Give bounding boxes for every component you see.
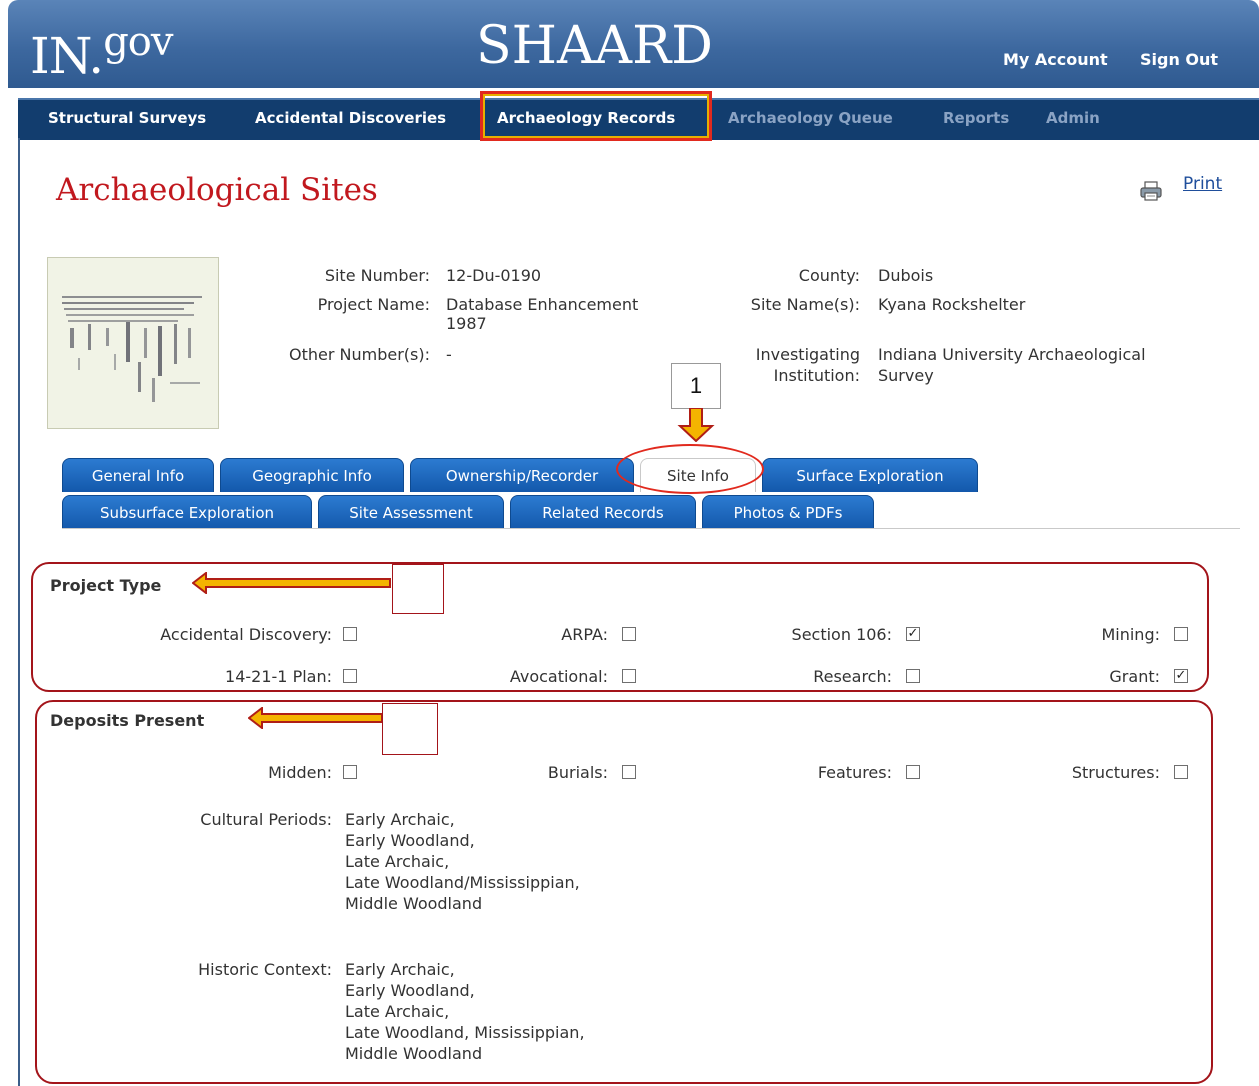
arpa-label: ARPA: xyxy=(561,625,608,644)
grant-checkbox[interactable]: ✓ xyxy=(1174,669,1188,683)
research-label: Research: xyxy=(813,667,892,686)
callout-number: 1 xyxy=(671,363,721,409)
county-label: County: xyxy=(798,266,860,285)
structures-label: Structures: xyxy=(1071,763,1160,782)
down-arrow-annotation xyxy=(677,408,715,442)
nav-admin[interactable]: Admin xyxy=(1046,109,1100,127)
tab-ownership-recorder[interactable]: Ownership/Recorder xyxy=(410,458,634,492)
print-link[interactable]: Print xyxy=(1183,174,1222,194)
historic-context-item: Late Woodland, Mississippian, xyxy=(345,1023,585,1042)
in-gov-logo[interactable]: IN.gov xyxy=(30,14,174,84)
nav-accidental-discoveries[interactable]: Accidental Discoveries xyxy=(255,109,446,127)
my-account-link[interactable]: My Account xyxy=(1003,50,1108,69)
grant-label: Grant: xyxy=(1109,667,1160,686)
site-thumbnail[interactable] xyxy=(47,257,219,429)
accidental-discovery-checkbox[interactable] xyxy=(343,627,357,641)
project-name-label: Project Name: xyxy=(317,295,430,314)
other-numbers-label: Other Number(s): xyxy=(289,345,430,364)
nav-archaeology-records[interactable]: Archaeology Records xyxy=(497,109,675,127)
investigating-institution-value-line2: Survey xyxy=(878,366,934,385)
investigating-institution-value-line1: Indiana University Archaeological xyxy=(878,345,1146,364)
tab-surface-exploration[interactable]: Surface Exploration xyxy=(762,458,978,492)
midden-label: Midden: xyxy=(268,763,332,782)
cultural-period-item: Early Archaic, xyxy=(345,810,455,829)
left-arrow-annotation xyxy=(192,572,391,594)
historic-context-label: Historic Context: xyxy=(198,960,332,979)
page-title: Archaeological Sites xyxy=(56,172,378,208)
nav-reports[interactable]: Reports xyxy=(943,109,1009,127)
annotation-blank-box xyxy=(392,564,444,614)
section-106-label: Section 106: xyxy=(791,625,892,644)
site-names-label: Site Name(s): xyxy=(750,295,860,314)
tab-geographic-info[interactable]: Geographic Info xyxy=(220,458,404,492)
tab-photos-pdfs[interactable]: Photos & PDFs xyxy=(702,495,874,529)
historic-context-item: Late Archaic, xyxy=(345,1002,450,1021)
deposits-annotation-frame xyxy=(35,700,1213,1084)
nav-structural-surveys[interactable]: Structural Surveys xyxy=(48,109,206,127)
research-checkbox[interactable] xyxy=(906,669,920,683)
tab-subsurface-exploration[interactable]: Subsurface Exploration xyxy=(62,495,312,529)
features-label: Features: xyxy=(817,763,892,782)
historic-context-item: Early Woodland, xyxy=(345,981,475,1000)
tab-site-assessment[interactable]: Site Assessment xyxy=(318,495,504,529)
deposits-heading: Deposits Present xyxy=(50,711,205,730)
structures-checkbox[interactable] xyxy=(1174,765,1188,779)
tab-divider xyxy=(62,528,1240,529)
mining-label: Mining: xyxy=(1101,625,1160,644)
site-number-label: Site Number: xyxy=(324,266,430,285)
investigating-institution-label-line1: Investigating xyxy=(755,345,860,364)
tab-general-info[interactable]: General Info xyxy=(62,458,214,492)
cultural-period-item: Middle Woodland xyxy=(345,894,483,913)
nav-archaeology-queue[interactable]: Archaeology Queue xyxy=(728,109,893,127)
features-checkbox[interactable] xyxy=(906,765,920,779)
accidental-discovery-label: Accidental Discovery: xyxy=(160,625,332,644)
site-names-value: Kyana Rockshelter xyxy=(878,295,1026,314)
annotation-blank-box xyxy=(382,703,438,755)
tab-related-records[interactable]: Related Records xyxy=(510,495,696,529)
plan-14-21-1-checkbox[interactable] xyxy=(343,669,357,683)
cultural-period-item: Late Woodland/Mississippian, xyxy=(345,873,580,892)
mining-checkbox[interactable] xyxy=(1174,627,1188,641)
site-info-annotation-circle xyxy=(616,444,764,494)
avocational-label: Avocational: xyxy=(509,667,608,686)
app-title: SHAARD xyxy=(476,16,713,76)
cultural-period-item: Late Archaic, xyxy=(345,852,450,871)
document-scan-image xyxy=(62,296,202,402)
burials-label: Burials: xyxy=(547,763,608,782)
site-number-value: 12-Du-0190 xyxy=(446,266,542,285)
midden-checkbox[interactable] xyxy=(343,765,357,779)
section-106-checkbox[interactable]: ✓ xyxy=(906,627,920,641)
county-value: Dubois xyxy=(878,266,934,285)
sign-out-link[interactable]: Sign Out xyxy=(1140,50,1218,69)
cultural-periods-label: Cultural Periods: xyxy=(200,810,332,829)
historic-context-item: Middle Woodland xyxy=(345,1044,483,1063)
other-numbers-value: - xyxy=(446,345,452,364)
printer-icon[interactable] xyxy=(1140,180,1162,202)
project-name-value-line2: 1987 xyxy=(446,314,487,333)
project-type-heading: Project Type xyxy=(50,576,162,595)
avocational-checkbox[interactable] xyxy=(622,669,636,683)
plan-14-21-1-label: 14-21-1 Plan: xyxy=(225,667,332,686)
project-name-value-line1: Database Enhancement xyxy=(446,295,639,314)
page-border xyxy=(18,138,20,1086)
cultural-period-item: Early Woodland, xyxy=(345,831,475,850)
historic-context-item: Early Archaic, xyxy=(345,960,455,979)
arpa-checkbox[interactable] xyxy=(622,627,636,641)
investigating-institution-label-line2: Institution: xyxy=(773,366,860,385)
left-arrow-annotation xyxy=(248,707,383,729)
burials-checkbox[interactable] xyxy=(622,765,636,779)
